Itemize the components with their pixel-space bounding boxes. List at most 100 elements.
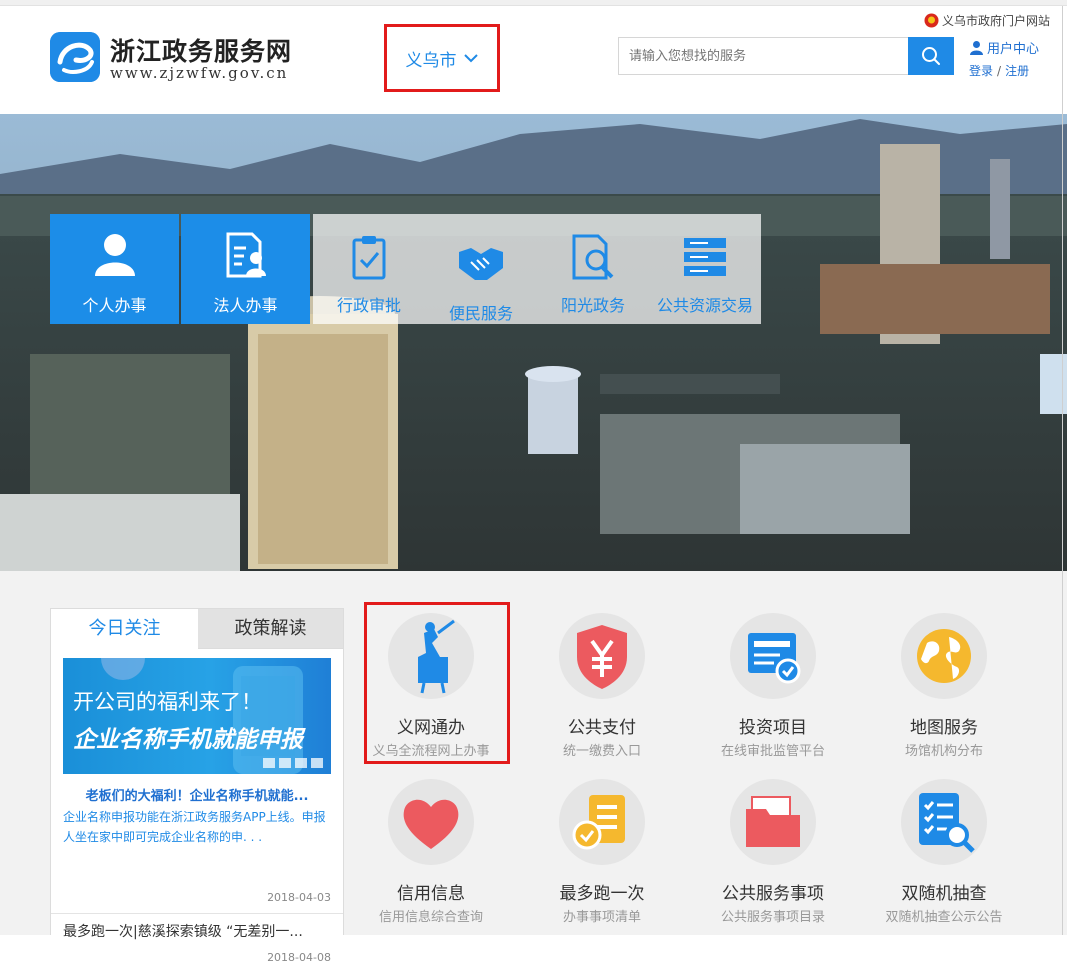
service-public-items[interactable]: 公共服务事项 公共服务事项目录 xyxy=(688,775,858,935)
globe-icon xyxy=(917,629,971,683)
service-map[interactable]: 地图服务 场馆机构分布 xyxy=(859,609,1029,769)
tile-legal-person[interactable]: 法人办事 xyxy=(181,214,310,324)
id-card-icon xyxy=(224,232,268,282)
tile-public-resources[interactable]: 公共资源交易 xyxy=(649,214,761,324)
logo-mark-icon xyxy=(50,32,100,82)
service-run-once[interactable]: 最多跑一次 办事事项清单 xyxy=(517,775,687,935)
carousel-dots[interactable] xyxy=(263,758,323,768)
news-item-date: 2018-04-08 xyxy=(267,951,331,964)
promo-banner[interactable]: 开公司的福利来了！ 企业名称手机就能申报 xyxy=(63,658,331,774)
approval-monitor-icon xyxy=(748,633,801,684)
document-search-icon xyxy=(570,234,616,284)
city-photo xyxy=(0,114,1067,571)
service-investment[interactable]: 投资项目 在线审批监管平台 xyxy=(688,609,858,769)
tile-label: 行政审批 xyxy=(336,296,401,315)
search-input[interactable] xyxy=(618,37,910,75)
service-icon-bg xyxy=(559,613,645,699)
service-icon-bg xyxy=(730,613,816,699)
news-tabs: 今日关注 政策解读 xyxy=(51,609,343,649)
service-name: 地图服务 xyxy=(910,718,978,738)
news-item-date: 2018-04-03 xyxy=(267,891,331,904)
service-icon-bg xyxy=(388,613,474,699)
user-area: 用户中心 登录 / 注册 xyxy=(969,38,1039,79)
header: 浙江政务服务网 www.zjzwfw.gov.cn 义乌市 义乌市政府门户网站 … xyxy=(0,6,1067,114)
service-name: 义网通办 xyxy=(397,718,465,738)
service-subtitle: 场馆机构分布 xyxy=(904,744,983,759)
tab-today-focus[interactable]: 今日关注 xyxy=(51,609,198,649)
service-random-check[interactable]: 双随机抽查 双随机抽查公示公告 xyxy=(859,775,1029,935)
news-item-title[interactable]: 老板们的大福利！企业名称手机就能... xyxy=(63,785,331,804)
service-yiwang-tongban[interactable]: 义网通办 义乌全流程网上办事 xyxy=(346,609,516,769)
checklist-icon xyxy=(572,795,625,850)
statue-icon xyxy=(418,619,455,694)
server-icon xyxy=(682,236,728,282)
service-icon-bg xyxy=(901,779,987,865)
promo-line-2: 企业名称手机就能申报 xyxy=(73,727,303,753)
person-icon xyxy=(92,232,138,280)
service-subtitle: 公共服务事项目录 xyxy=(720,910,825,925)
search-bar xyxy=(618,37,954,75)
service-name: 最多跑一次 xyxy=(559,884,645,904)
service-subtitle: 在线审批监管平台 xyxy=(720,744,825,759)
folder-icon xyxy=(746,796,800,847)
service-name: 公共支付 xyxy=(568,718,636,738)
news-item-title[interactable]: 最多跑一次|慈溪探索镇级 “无差别一... xyxy=(63,921,331,941)
service-icon-bg xyxy=(388,779,474,865)
service-name: 信用信息 xyxy=(397,884,465,904)
tile-label: 公共资源交易 xyxy=(656,296,753,315)
user-center-label: 用户中心 xyxy=(987,42,1040,57)
page-edge xyxy=(1062,6,1063,935)
tile-label: 法人办事 xyxy=(213,296,278,315)
heart-icon xyxy=(403,799,459,849)
city-selector[interactable]: 义乌市 xyxy=(384,24,500,92)
service-icon-bg xyxy=(730,779,816,865)
chevron-down-icon xyxy=(463,54,478,63)
service-subtitle: 办事事项清单 xyxy=(562,910,641,925)
tile-personal[interactable]: 个人办事 xyxy=(50,214,179,324)
user-icon xyxy=(970,41,983,55)
user-center-link[interactable]: 用户中心 xyxy=(969,38,1039,57)
service-icon-bg xyxy=(901,613,987,699)
service-name: 双随机抽查 xyxy=(901,884,987,904)
service-tiles-group: 行政审批 便民服务 阳光政务 公共资源交易 xyxy=(313,214,761,324)
service-public-payment[interactable]: 公共支付 统一缴费入口 xyxy=(517,609,687,769)
tile-sunshine-gov[interactable]: 阳光政务 xyxy=(537,214,649,324)
login-link[interactable]: 登录 xyxy=(969,64,993,78)
handshake-icon xyxy=(457,242,505,286)
tab-policy-interpretation[interactable]: 政策解读 xyxy=(198,609,343,649)
hero-banner: 个人办事 法人办事 行政审批 便民服务 阳光政务 公共资源交易 xyxy=(0,114,1067,571)
register-link[interactable]: 注册 xyxy=(1005,64,1029,78)
city-label: 义乌市 xyxy=(405,50,457,71)
gov-portal-label: 义乌市政府门户网站 xyxy=(942,14,1051,28)
site-title: 浙江政务服务网 xyxy=(110,37,293,66)
service-credit[interactable]: 信用信息 信用信息综合查询 xyxy=(346,775,516,935)
tile-admin-approval[interactable]: 行政审批 xyxy=(313,214,425,324)
gov-portal-link[interactable]: 义乌市政府门户网站 xyxy=(924,12,1050,29)
yuan-shield-icon xyxy=(577,625,627,689)
service-subtitle: 信用信息综合查询 xyxy=(378,910,483,925)
tile-label: 阳光政务 xyxy=(560,296,625,315)
link-separator: / xyxy=(997,64,1002,78)
service-icon-bg xyxy=(559,779,645,865)
service-name: 投资项目 xyxy=(739,718,807,738)
service-subtitle: 义乌全流程网上办事 xyxy=(372,744,490,759)
news-panel: 今日关注 政策解读 开公司的福利来了！ 企业名称手机就能申报 老板们的大福利！企… xyxy=(50,608,344,964)
tile-label: 便民服务 xyxy=(448,304,513,323)
search-button[interactable] xyxy=(908,37,954,75)
auth-links: 登录 / 注册 xyxy=(969,62,1039,79)
promo-line-1: 开公司的福利来了！ xyxy=(73,690,262,714)
national-emblem-icon xyxy=(924,13,939,28)
content-section: 今日关注 政策解读 开公司的福利来了！ 企业名称手机就能申报 老板们的大福利！企… xyxy=(0,571,1067,964)
service-subtitle: 双随机抽查公示公告 xyxy=(885,910,1003,925)
service-subtitle: 统一缴费入口 xyxy=(562,744,641,759)
service-name: 公共服务事项 xyxy=(722,884,824,904)
divider xyxy=(51,913,343,914)
search-icon xyxy=(922,47,940,65)
news-item-desc: 企业名称申报功能在浙江政务服务APP上线。申报人坐在家中即可完成企业名称的申. … xyxy=(63,810,326,844)
tile-label: 个人办事 xyxy=(82,296,147,315)
phone-illustration xyxy=(101,658,303,774)
site-logo[interactable]: 浙江政务服务网 www.zjzwfw.gov.cn xyxy=(50,30,310,90)
clipboard-check-icon xyxy=(351,234,387,284)
site-url: www.zjzwfw.gov.cn xyxy=(110,64,289,82)
tile-convenience[interactable]: 便民服务 xyxy=(425,214,537,324)
